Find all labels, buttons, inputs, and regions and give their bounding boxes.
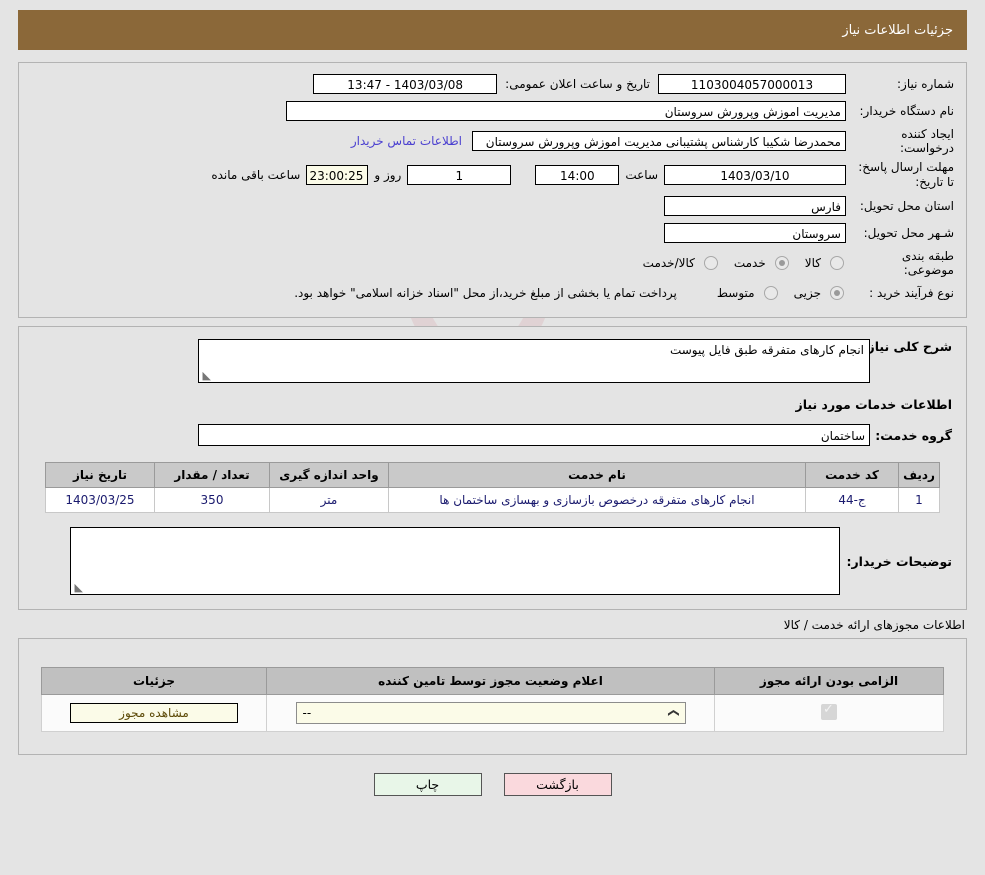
deadline-hour-field[interactable]: 14:00 xyxy=(535,165,620,185)
process-radio-group: جزیی متوسط xyxy=(707,286,846,300)
buyer-org-field[interactable]: مدیریت اموزش وپرورش سروستان xyxy=(286,101,846,121)
th-name: نام خدمت xyxy=(388,462,806,488)
view-license-button[interactable]: مشاهده مجوز xyxy=(70,703,238,723)
services-table-wrap: ردیف کد خدمت نام خدمت واحد اندازه گیری ت… xyxy=(33,462,952,513)
row-deadline: مهلت ارسال پاسخ: تا تاریخ: 1403/03/10 سا… xyxy=(31,160,954,190)
td-license-details: مشاهده مجوز xyxy=(41,694,267,732)
category-radio-label-1: خدمت xyxy=(733,256,766,270)
buyer-notes-label: توضیحات خریدار: xyxy=(846,553,952,569)
deadline-date-field[interactable]: 1403/03/10 xyxy=(664,165,846,185)
process-radio-label-1: متوسط xyxy=(716,286,755,300)
process-note: پرداخت تمام یا بخشی از مبلغ خرید،از محل … xyxy=(294,286,677,300)
buyer-contact-link[interactable]: اطلاعات تماس خریدار xyxy=(341,134,472,148)
need-number-label: شماره نیاز: xyxy=(897,77,954,91)
td-date: 1403/03/25 xyxy=(45,487,155,513)
province-field[interactable]: فارس xyxy=(664,196,846,216)
footer-actions: بازگشت چاپ xyxy=(0,773,985,796)
td-license-status: ❯ -- xyxy=(266,694,715,732)
process-radio-label-0: جزیی xyxy=(793,286,821,300)
row-requester: ایجاد کننده درخواست: محمدرضا شکیبا کارشن… xyxy=(31,127,954,155)
remaining-time-label: ساعت باقی مانده xyxy=(211,168,301,182)
license-status-select[interactable]: ❯ -- xyxy=(295,702,686,724)
row-category: طبقه بندی موضوعی: کالا خدمت کالا/خدمت xyxy=(31,249,954,277)
category-radio-0[interactable] xyxy=(830,256,844,270)
remaining-days-field[interactable]: 1 xyxy=(407,165,512,185)
buyer-notes-label-wrap: توضیحات خریدار: xyxy=(840,554,952,569)
license-status-value: -- xyxy=(302,706,312,720)
category-radio-group: کالا خدمت کالا/خدمت xyxy=(633,256,846,270)
td-qty: 350 xyxy=(154,487,270,513)
td-unit: متر xyxy=(269,487,389,513)
licenses-row: ❯ -- مشاهده مجوز xyxy=(41,694,944,732)
category-radio-label-2: کالا/خدمت xyxy=(642,256,695,270)
licenses-header-row: الزامی بودن ارائه مجوز اعلام وضعیت مجوز … xyxy=(41,667,944,695)
services-table-header-row: ردیف کد خدمت نام خدمت واحد اندازه گیری ت… xyxy=(45,462,940,488)
table-row: 1 ج-44 انجام کارهای متفرقه درخصوص بازساز… xyxy=(45,487,940,513)
summary-text: انجام کارهای متفرقه طبق فایل پیوست xyxy=(669,343,864,357)
row-buyer-notes: توضیحات خریدار: ◣ xyxy=(33,527,952,595)
province-label: استان محل تحویل: xyxy=(859,199,954,213)
need-info-panel: شرح کلی نیاز: انجام کارهای متفرقه طبق فا… xyxy=(18,326,967,610)
category-radio-label-0: کالا xyxy=(804,256,821,270)
td-row: 1 xyxy=(898,487,940,513)
td-license-required xyxy=(714,694,944,732)
row-service-group: گروه خدمت: ساختمان xyxy=(33,424,952,446)
licenses-caption: اطلاعات مجوزهای ارائه خدمت / کالا xyxy=(783,618,965,632)
th-date: تاریخ نیاز xyxy=(45,462,155,488)
process-radio-0[interactable] xyxy=(830,286,844,300)
chevron-down-icon: ❯ xyxy=(667,708,681,718)
licenses-table: الزامی بودن ارائه مجوز اعلام وضعیت مجوز … xyxy=(41,667,944,732)
td-name: انجام کارهای متفرقه درخصوص بازسازی و بهس… xyxy=(388,487,806,513)
category-radio-2[interactable] xyxy=(703,256,718,270)
remaining-days-label: روز و xyxy=(374,168,402,182)
summary-textarea[interactable]: انجام کارهای متفرقه طبق فایل پیوست ◣ xyxy=(198,339,870,383)
category-label: طبقه بندی موضوعی: xyxy=(901,249,954,277)
th-license-details: جزئیات xyxy=(41,667,267,695)
license-required-checkbox xyxy=(821,702,837,720)
page-title-bar: جزئیات اطلاعات نیاز xyxy=(18,10,967,50)
row-summary: شرح کلی نیاز: انجام کارهای متفرقه طبق فا… xyxy=(33,339,952,383)
td-code: ج-44 xyxy=(805,487,899,513)
services-heading: اطلاعات خدمات مورد نیاز xyxy=(795,397,953,412)
deadline-label: مهلت ارسال پاسخ: تا تاریخ: xyxy=(858,160,954,189)
requester-field[interactable]: محمدرضا شکیبا کارشناس پشتیبانی مدیریت ام… xyxy=(472,131,846,151)
category-radio-1[interactable] xyxy=(774,256,789,270)
page-title: جزئیات اطلاعات نیاز xyxy=(842,22,953,38)
licenses-panel: الزامی بودن ارائه مجوز اعلام وضعیت مجوز … xyxy=(18,638,967,755)
row-city: شـهر محل تحویل: سروستان xyxy=(31,222,954,244)
announce-datetime-label: تاریخ و ساعت اعلان عمومی: xyxy=(505,77,650,91)
th-license-required: الزامی بودن ارائه مجوز xyxy=(714,667,944,695)
resize-grip-icon[interactable]: ◣ xyxy=(73,582,83,593)
need-number-field[interactable]: 1103004057000013 xyxy=(658,74,846,94)
process-radio-1[interactable] xyxy=(763,286,778,300)
th-unit: واحد اندازه گیری xyxy=(269,462,389,488)
remaining-time-field: 23:00:25 xyxy=(306,165,369,185)
service-group-field[interactable]: ساختمان xyxy=(198,424,870,446)
service-group-label-wrap: گروه خدمت: xyxy=(870,428,952,443)
need-details-panel: شماره نیاز: 1103004057000013 تاریخ و ساع… xyxy=(18,62,967,318)
city-label: شـهر محل تحویل: xyxy=(863,226,954,240)
service-group-label: گروه خدمت: xyxy=(875,427,952,443)
print-button[interactable]: چاپ xyxy=(373,773,482,796)
announce-datetime-field[interactable]: 1403/03/08 - 13:47 xyxy=(313,74,498,94)
process-label: نوع فرآیند خرید : xyxy=(869,286,954,300)
page-root: AriaTender.net جزئیات اطلاعات نیاز شماره… xyxy=(0,0,985,875)
row-province: استان محل تحویل: فارس xyxy=(31,195,954,217)
row-buyer-org: نام دستگاه خریدار: مدیریت اموزش وپرورش س… xyxy=(31,100,954,122)
buyer-org-label: نام دستگاه خریدار: xyxy=(859,104,955,118)
th-license-status: اعلام وضعیت مجوز توسط تامین کننده xyxy=(266,667,715,695)
resize-grip-icon[interactable]: ◣ xyxy=(201,370,211,381)
th-qty: تعداد / مقدار xyxy=(154,462,270,488)
th-row: ردیف xyxy=(898,462,940,488)
deadline-hour-label: ساعت xyxy=(625,168,658,182)
services-table: ردیف کد خدمت نام خدمت واحد اندازه گیری ت… xyxy=(45,462,940,513)
row-process-type: نوع فرآیند خرید : جزیی متوسط پرداخت تمام… xyxy=(31,282,954,304)
requester-label: ایجاد کننده درخواست: xyxy=(900,127,954,155)
buyer-notes-textarea[interactable]: ◣ xyxy=(70,527,840,595)
row-need-number: شماره نیاز: 1103004057000013 تاریخ و ساع… xyxy=(31,73,954,95)
summary-label-wrap: شرح کلی نیاز: xyxy=(863,339,952,354)
back-button[interactable]: بازگشت xyxy=(503,773,612,796)
city-field[interactable]: سروستان xyxy=(664,223,846,243)
th-code: کد خدمت xyxy=(805,462,899,488)
